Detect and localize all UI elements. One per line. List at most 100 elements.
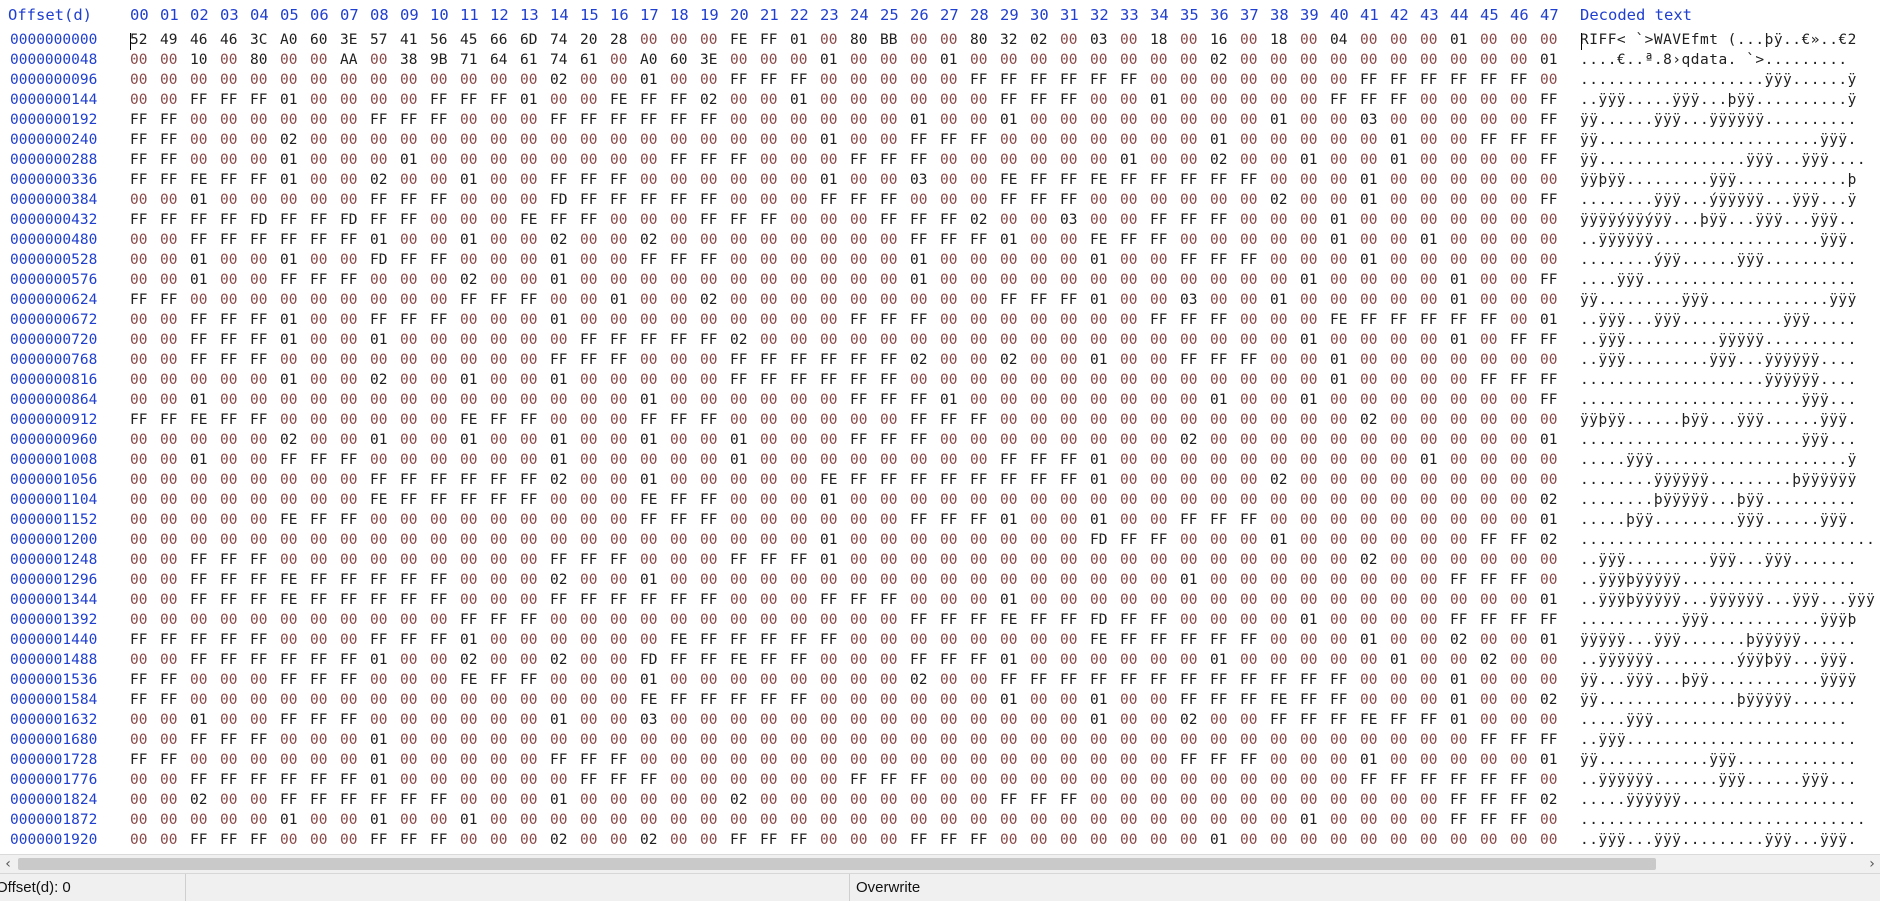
byte-cell[interactable]: 00 [580,710,610,730]
byte-cell[interactable]: 00 [490,650,520,670]
byte-cell[interactable]: 00 [580,250,610,270]
byte-cell[interactable]: FF [1480,730,1510,750]
byte-cell[interactable]: 00 [1420,550,1450,570]
byte-cell[interactable]: 00 [190,490,220,510]
byte-cell[interactable]: 00 [820,390,850,410]
byte-cell[interactable]: 00 [580,430,610,450]
byte-cell[interactable]: 00 [370,290,400,310]
byte-cell[interactable]: 00 [790,750,820,770]
byte-cell[interactable]: 00 [310,810,340,830]
byte-cell[interactable]: 00 [1540,250,1570,270]
byte-cell[interactable]: 00 [1450,90,1480,110]
byte-cell[interactable]: 00 [220,810,250,830]
byte-cell[interactable]: 00 [610,570,640,590]
byte-cell[interactable]: 00 [1030,690,1060,710]
byte-cell[interactable]: 00 [1510,110,1540,130]
byte-cell[interactable]: 00 [1030,390,1060,410]
byte-cell[interactable]: FF [280,270,310,290]
byte-cell[interactable]: 00 [1450,450,1480,470]
byte-cell[interactable]: 01 [1090,350,1120,370]
byte-cell[interactable]: FF [400,790,430,810]
byte-cell[interactable]: 01 [400,150,430,170]
byte-cell[interactable]: FF [910,770,940,790]
byte-cell[interactable]: 00 [400,550,430,570]
byte-cell[interactable]: 00 [1180,550,1210,570]
byte-cell[interactable]: 00 [1120,310,1150,330]
byte-cell[interactable]: 00 [1150,110,1180,130]
hex-row[interactable]: 0000000000 52 49 46 46 3C A0 60 3E 57 41 56 45 66 6D 74… [0,30,1880,50]
byte-cell[interactable]: 00 [460,350,490,370]
byte-cell[interactable]: 01 [370,650,400,670]
byte-cell[interactable]: FF [1240,690,1270,710]
byte-cell[interactable]: FE [460,670,490,690]
byte-cell[interactable]: FE [820,470,850,490]
byte-cell[interactable]: 00 [1480,210,1510,230]
byte-cell[interactable]: 00 [1060,430,1090,450]
byte-cell[interactable]: 00 [310,730,340,750]
byte-cell[interactable]: FF [430,830,460,850]
byte-cell[interactable]: FE [460,410,490,430]
byte-cell[interactable]: 00 [610,390,640,410]
byte-cell[interactable]: 00 [310,490,340,510]
byte-cell[interactable]: 00 [790,790,820,810]
row-decoded-text[interactable]: ÿÿþÿÿ......þÿÿ...ÿÿÿ......ÿÿÿ. [1580,410,1857,430]
byte-cell[interactable]: 00 [610,150,640,170]
byte-cell[interactable]: 00 [190,610,220,630]
byte-cell[interactable]: 00 [280,530,310,550]
byte-cell[interactable]: A0 [640,50,670,70]
byte-cell[interactable]: 00 [520,230,550,250]
byte-cell[interactable]: 01 [1450,670,1480,690]
byte-cell[interactable]: 00 [280,290,310,310]
byte-cell[interactable]: 00 [820,710,850,730]
byte-cell[interactable]: 01 [1210,830,1240,850]
byte-cell[interactable]: 00 [1120,590,1150,610]
byte-cell[interactable]: 00 [1540,70,1570,90]
byte-cell[interactable]: 00 [250,750,280,770]
byte-cell[interactable]: 00 [670,750,700,770]
byte-cell[interactable]: 00 [1210,270,1240,290]
byte-cell[interactable]: FF [220,630,250,650]
byte-cell[interactable]: 00 [550,670,580,690]
byte-cell[interactable]: 00 [1060,270,1090,290]
byte-cell[interactable]: FF [250,570,280,590]
byte-cell[interactable]: 18 [1270,30,1300,50]
byte-cell[interactable]: 00 [1270,590,1300,610]
byte-cell[interactable]: 00 [400,170,430,190]
byte-cell[interactable]: 00 [1120,810,1150,830]
byte-cell[interactable]: 00 [1390,790,1420,810]
byte-cell[interactable]: 9B [430,50,460,70]
byte-cell[interactable]: FF [130,210,160,230]
byte-cell[interactable]: 00 [520,750,550,770]
byte-cell[interactable]: 00 [1540,210,1570,230]
byte-cell[interactable]: 00 [1420,630,1450,650]
byte-cell[interactable]: 01 [1390,650,1420,670]
byte-cell[interactable]: 00 [1270,50,1300,70]
byte-cell[interactable]: 00 [670,810,700,830]
byte-cell[interactable]: 00 [280,50,310,70]
byte-cell[interactable]: 00 [700,730,730,750]
byte-cell[interactable]: 00 [1180,530,1210,550]
byte-cell[interactable]: 00 [1420,570,1450,590]
byte-cell[interactable]: FF [250,550,280,570]
byte-cell[interactable]: 00 [610,490,640,510]
hex-row[interactable]: 0000001872 00 00 00 00 00 01 00 00 01 00 00 01 00 00 00… [0,810,1880,830]
byte-cell[interactable]: 00 [1000,270,1030,290]
byte-cell[interactable]: 00 [1180,410,1210,430]
byte-cell[interactable]: 02 [970,210,1000,230]
byte-cell[interactable]: FF [970,130,1000,150]
byte-cell[interactable]: 00 [1240,90,1270,110]
byte-cell[interactable]: 00 [730,130,760,150]
byte-cell[interactable]: 00 [1510,590,1540,610]
byte-cell[interactable]: 00 [700,170,730,190]
byte-cell[interactable]: 01 [460,230,490,250]
byte-cell[interactable]: 00 [1330,390,1360,410]
byte-cell[interactable]: FF [760,690,790,710]
byte-cell[interactable]: FF [910,150,940,170]
byte-cell[interactable]: 00 [1300,370,1330,390]
byte-cell[interactable]: FE [190,170,220,190]
byte-cell[interactable]: 00 [580,830,610,850]
byte-cell[interactable]: 00 [340,70,370,90]
byte-cell[interactable]: 00 [1390,530,1420,550]
byte-cell[interactable]: 00 [1510,670,1540,690]
byte-cell[interactable]: 00 [250,150,280,170]
